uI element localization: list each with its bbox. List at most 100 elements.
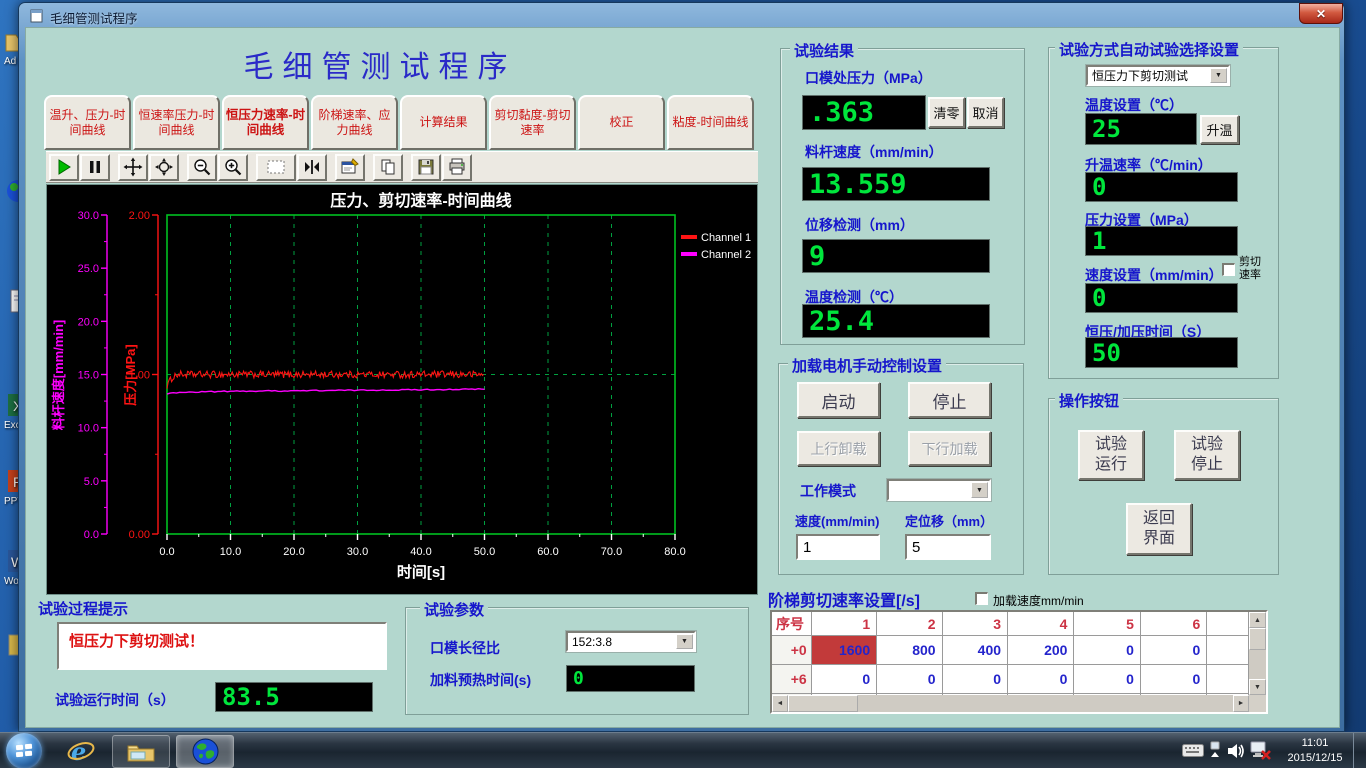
table-header-seq: 序号 xyxy=(772,612,812,636)
die-pressure-display: .363 xyxy=(802,95,926,130)
manual-speed-input[interactable]: 1 xyxy=(796,534,880,560)
zoom-out-button[interactable] xyxy=(187,154,217,181)
return-ui-button[interactable]: 返回界面 xyxy=(1126,503,1192,555)
svg-text:20.0: 20.0 xyxy=(78,316,99,328)
chart-toolbar xyxy=(46,151,758,183)
tab-4[interactable]: 阶梯速率、应力曲线 xyxy=(311,95,398,150)
network-tray-icon[interactable] xyxy=(1250,741,1272,766)
pan-button[interactable] xyxy=(118,154,148,181)
target-displacement-label: 定位移（mm） xyxy=(905,511,993,530)
motor-up-unload-button[interactable]: 上行卸载 xyxy=(797,431,880,466)
tab-1[interactable]: 温升、压力-时间曲线 xyxy=(44,95,131,150)
motor-start-button[interactable]: 启动 xyxy=(797,382,880,418)
table-cell-r1c1[interactable]: 0 xyxy=(812,665,877,694)
print-button[interactable] xyxy=(442,154,472,181)
tab-3[interactable]: 恒压力速率-时间曲线 xyxy=(222,95,309,150)
copy-icon xyxy=(378,157,398,177)
test-stop-button[interactable]: 试验停止 xyxy=(1174,430,1240,480)
table-cell-r1c3[interactable]: 0 xyxy=(943,665,1008,694)
cancel-button[interactable]: 取消 xyxy=(967,97,1004,128)
displacement-label: 位移检测（mm） xyxy=(805,215,914,235)
scroll-left-icon[interactable]: ◄ xyxy=(772,695,788,712)
vertical-scroll-thumb[interactable] xyxy=(1249,628,1266,650)
table-cell-r0c6[interactable]: 0 xyxy=(1141,636,1207,665)
show-hidden-icons-chevron[interactable] xyxy=(1209,741,1221,766)
scroll-up-icon[interactable]: ▲ xyxy=(1249,612,1266,628)
motor-down-load-button[interactable]: 下行加载 xyxy=(908,431,991,466)
target-displacement-input[interactable]: 5 xyxy=(905,534,991,560)
table-header-extra xyxy=(1207,612,1249,636)
svg-text:10.0: 10.0 xyxy=(220,546,241,558)
svg-text:25.0: 25.0 xyxy=(78,263,99,275)
svg-text:0.0: 0.0 xyxy=(159,546,174,558)
svg-text:0.00: 0.00 xyxy=(129,529,150,541)
play-button[interactable] xyxy=(49,154,79,181)
chevron-down-icon[interactable]: ▼ xyxy=(971,482,988,498)
table-cell-r1c4[interactable]: 0 xyxy=(1008,665,1074,694)
die-ratio-select[interactable]: 152:3.8 ▼ xyxy=(566,631,696,652)
heat-up-button[interactable]: 升温 xyxy=(1200,115,1239,144)
cursor-track-button[interactable] xyxy=(297,154,327,181)
copy-button[interactable] xyxy=(373,154,403,181)
taskbar: e xyxy=(0,732,1366,768)
zoom-free-button[interactable] xyxy=(149,154,179,181)
work-mode-label: 工作模式 xyxy=(800,481,856,501)
shear-rate-checkbox[interactable] xyxy=(1222,263,1235,276)
pause-button[interactable] xyxy=(80,154,110,181)
table-cell-r1c5[interactable]: 0 xyxy=(1074,665,1140,694)
table-header-6: 6 xyxy=(1141,612,1207,636)
start-button[interactable] xyxy=(6,733,42,768)
test-run-button[interactable]: 试验运行 xyxy=(1078,430,1144,480)
zoom-in-button[interactable] xyxy=(218,154,248,181)
svg-text:30.0: 30.0 xyxy=(347,546,368,558)
keyboard-tray-icon[interactable] xyxy=(1182,744,1204,762)
explorer-taskbar-button[interactable] xyxy=(112,735,170,768)
table-cell-r0c2[interactable]: 800 xyxy=(877,636,942,665)
chevron-down-icon[interactable]: ▼ xyxy=(1210,68,1227,83)
desktop-icon-label: Wo xyxy=(2,576,19,587)
table-cell-r0c4[interactable]: 200 xyxy=(1008,636,1074,665)
volume-tray-icon[interactable] xyxy=(1226,742,1246,765)
select-box-button[interactable] xyxy=(256,154,296,181)
svg-text:料杆速度[mm/min]: 料杆速度[mm/min] xyxy=(51,320,66,431)
speed-set-label: 速度设置（mm/min） xyxy=(1085,265,1223,285)
close-button[interactable]: ✕ xyxy=(1299,3,1343,24)
work-mode-select[interactable]: ▼ xyxy=(887,479,991,501)
load-speed-checkbox[interactable] xyxy=(975,592,988,605)
motor-stop-button[interactable]: 停止 xyxy=(908,382,991,418)
taskbar-clock: 11:01 2015/12/15 xyxy=(1280,736,1350,766)
save-icon xyxy=(416,157,436,177)
internet-explorer-icon[interactable]: e xyxy=(66,738,96,768)
preheat-display: 0 xyxy=(566,665,695,692)
save-button[interactable] xyxy=(411,154,441,181)
properties-button[interactable] xyxy=(335,154,365,181)
tab-6[interactable]: 剪切黏度-剪切速率 xyxy=(489,95,576,150)
table-cell-r1c6[interactable]: 0 xyxy=(1141,665,1207,694)
table-cell-r0c1[interactable]: 1600 xyxy=(812,636,877,665)
table-cell-r0c5[interactable]: 0 xyxy=(1074,636,1140,665)
tab-5[interactable]: 计算结果 xyxy=(400,95,487,150)
svg-text:5.0: 5.0 xyxy=(84,476,99,488)
table-cell-extra[interactable] xyxy=(1207,665,1249,694)
scroll-down-icon[interactable]: ▼ xyxy=(1249,679,1266,695)
scroll-right-icon[interactable]: ► xyxy=(1233,695,1249,712)
table-cell-extra[interactable] xyxy=(1207,636,1249,665)
clock-date: 2015/12/15 xyxy=(1280,751,1350,766)
table-grid: 序号123456+0160080040020000+6000000+12 xyxy=(772,612,1249,695)
horizontal-scroll-thumb[interactable] xyxy=(788,695,858,712)
svg-text:10.0: 10.0 xyxy=(78,423,99,435)
tab-7[interactable]: 校正 xyxy=(578,95,665,150)
tab-8[interactable]: 粘度-时间曲线 xyxy=(667,95,754,150)
show-desktop-button[interactable] xyxy=(1353,733,1366,768)
tab-2[interactable]: 恒速率压力-时间曲线 xyxy=(133,95,220,150)
chevron-down-icon[interactable]: ▼ xyxy=(676,634,693,649)
table-cell-r1c2[interactable]: 0 xyxy=(877,665,942,694)
table-horizontal-scrollbar[interactable]: ◄► xyxy=(772,695,1249,712)
test-mode-select[interactable]: 恒压力下剪切测试 ▼ xyxy=(1086,65,1230,86)
zero-button[interactable]: 清零 xyxy=(928,97,965,128)
table-vertical-scrollbar[interactable]: ▲▼ xyxy=(1249,612,1266,695)
app-taskbar-button[interactable] xyxy=(176,735,234,768)
screen: AdXExcPPPTWWo 毛细管测试程序 ✕ 毛细管测试程序 温升、压力-时间… xyxy=(0,0,1366,768)
die-ratio-value: 152:3.8 xyxy=(572,635,612,649)
table-cell-r0c3[interactable]: 400 xyxy=(943,636,1008,665)
